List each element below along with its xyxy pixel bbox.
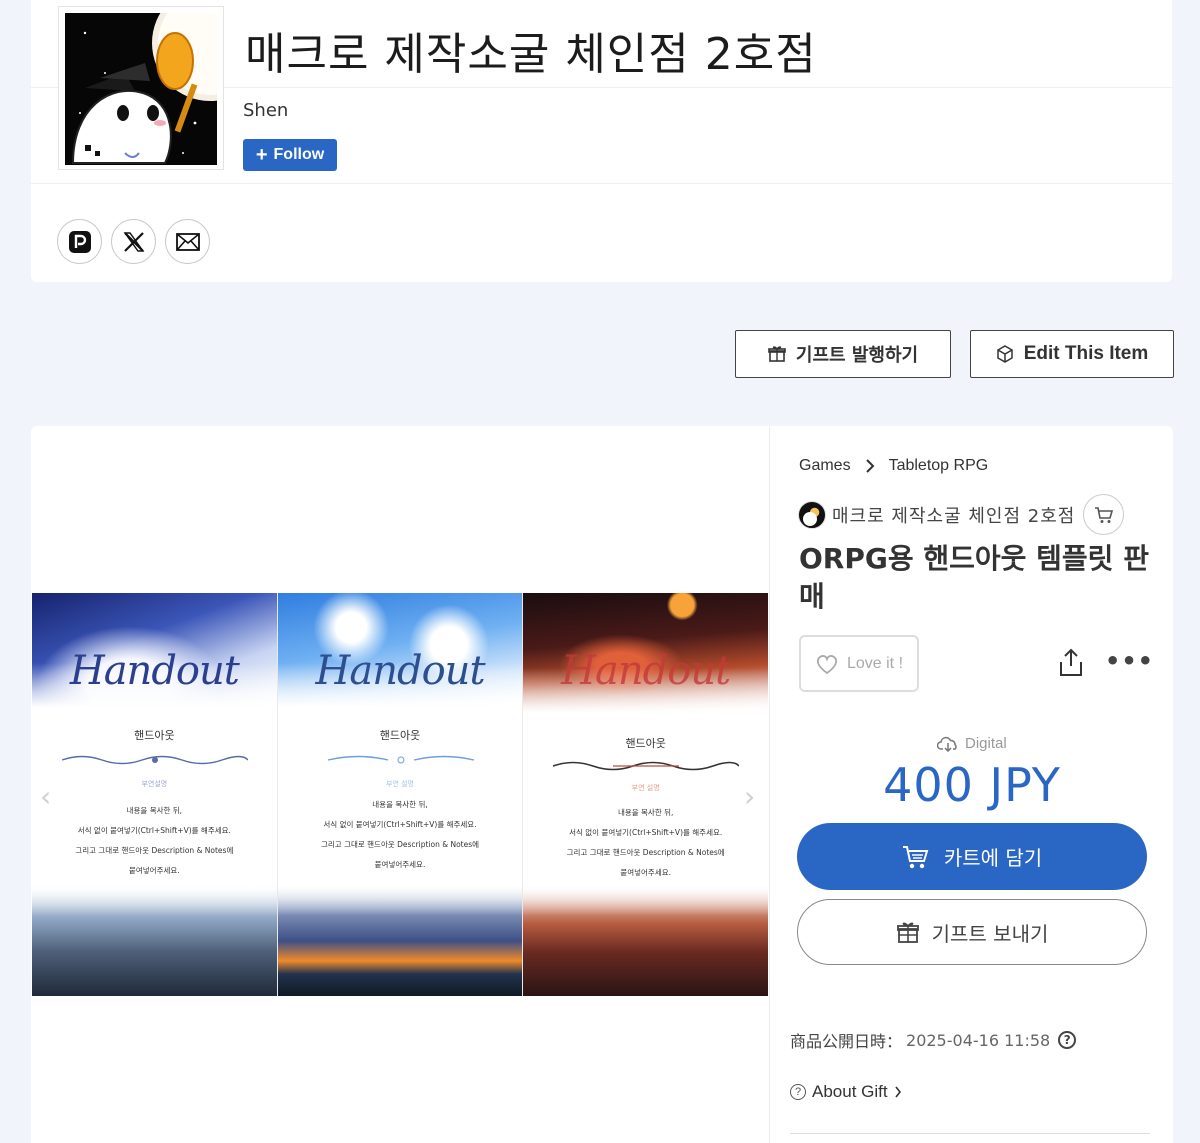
gallery-image: Handout 핸드아웃 부연 설명 내용을 복사한 뒤, 서식 없이 붙여넣기… (523, 593, 769, 996)
body-line: 내용을 복사한 뒤, (372, 800, 428, 809)
love-it-button[interactable]: Love it ! (799, 635, 919, 692)
body-line: 내용을 복사한 뒤, (126, 806, 183, 815)
x-icon (123, 231, 144, 252)
body-line: 붙여넣어주세요. (374, 860, 426, 869)
clouds-banner (523, 886, 769, 996)
love-it-label: Love it ! (846, 654, 904, 672)
handout-script: Handout (315, 648, 486, 694)
shop-avatar[interactable] (58, 6, 224, 170)
panel-subtitle: 부연설명 (141, 780, 168, 788)
next-image-arrow[interactable]: › (744, 780, 755, 813)
item-price: 400 JPY (883, 758, 1061, 812)
add-to-cart-label: 카트에 담기 (943, 846, 1043, 870)
cart-icon (902, 845, 929, 868)
body-line: 서식 없이 붙여넣기(Ctrl+Shift+V)를 해주세요. (77, 826, 231, 835)
body-line: 그리고 그대로 핸드아웃 Description & Notes에 (566, 848, 725, 857)
pixiv-icon (68, 230, 91, 253)
panel-title: 핸드아웃 (625, 737, 666, 750)
chevron-right-icon (865, 459, 874, 473)
issue-gift-button[interactable]: 기프트 발행하기 (735, 330, 951, 378)
follow-button[interactable]: + Follow (243, 139, 337, 171)
body-line: 내용을 복사한 뒤, (617, 808, 674, 817)
more-options-icon[interactable]: ••• (1105, 649, 1154, 673)
gift-icon (896, 922, 919, 943)
ornament-divider (62, 755, 248, 765)
panel-body: 내용을 복사한 뒤, 서식 없이 붙여넣기(Ctrl+Shift+V)를 해주세… (523, 803, 768, 883)
box-icon (996, 345, 1013, 363)
help-icon[interactable]: ? (1058, 1031, 1077, 1049)
breadcrumb-games[interactable]: Games (799, 457, 851, 475)
divider (790, 1133, 1150, 1134)
cart-icon (1094, 506, 1113, 523)
panel-subtitle: 부연 설명 (386, 780, 414, 788)
mail-icon (175, 232, 200, 251)
image-gallery[interactable]: Handout 핸드아웃 부연설명 내용을 복사한 뒤, 서식 없이 붙여넣기(… (32, 593, 769, 996)
edit-item-label: Edit This Item (1023, 343, 1149, 364)
item-title: ORPG용 핸드아웃 템플릿 판매 (799, 542, 1149, 613)
shop-header-card: 매크로 제작소굴 체인점 2호점 Shen + Follow (31, 0, 1172, 282)
body-line: 서식 없이 붙여넣기(Ctrl+Shift+V)를 해주세요. (323, 820, 477, 829)
ornament-divider (553, 761, 740, 771)
item-shop-row: 매크로 제작소굴 체인점 2호점 (798, 494, 1125, 535)
shop-title: 매크로 제작소굴 체인점 2호점 (245, 29, 817, 80)
published-date: 商品公開日時： 2025-04-16 11:58 ? (790, 1028, 1077, 1052)
delivery-type: Digital (937, 735, 1007, 752)
avatar-illustration (65, 13, 217, 165)
issue-gift-label: 기프트 발행하기 (795, 345, 919, 366)
prev-image-arrow[interactable]: ‹ (40, 780, 51, 813)
sea-banner (32, 886, 277, 996)
send-gift-button[interactable]: 기프트 보내기 (797, 899, 1147, 965)
item-shop-name[interactable]: 매크로 제작소굴 체인점 2호점 (832, 502, 1075, 528)
ornament-divider (327, 755, 474, 764)
published-value: 2025-04-16 11:58 (906, 1030, 1051, 1050)
body-line: 서식 없이 붙여넣기(Ctrl+Shift+V)를 해주세요. (569, 828, 723, 837)
gallery-image: Handout 핸드아웃 부연 설명 내용을 복사한 뒤, 서식 없이 붙여넣기… (277, 593, 523, 996)
heart-icon (816, 654, 838, 674)
add-to-cart-button[interactable]: 카트에 담기 (797, 823, 1147, 890)
owner-name[interactable]: Shen (243, 100, 288, 121)
handout-script: Handout (69, 648, 240, 694)
follow-label: Follow (273, 146, 325, 163)
edit-item-button[interactable]: Edit This Item (970, 330, 1174, 378)
body-line: 붙여넣어주세요. (620, 868, 672, 877)
gallery-image: Handout 핸드아웃 부연설명 내용을 복사한 뒤, 서식 없이 붙여넣기(… (32, 593, 277, 996)
send-gift-label: 기프트 보내기 (931, 921, 1049, 946)
panel-body: 내용을 복사한 뒤, 서식 없이 붙여넣기(Ctrl+Shift+V)를 해주세… (32, 801, 277, 881)
shop-cart-button[interactable] (1083, 494, 1125, 535)
breadcrumb: Games Tabletop RPG (799, 457, 988, 475)
handout-script: Handout (561, 648, 731, 694)
about-gift-link[interactable]: ? About Gift (790, 1082, 902, 1102)
question-icon: ? (790, 1084, 806, 1100)
breadcrumb-tabletop-rpg[interactable]: Tabletop RPG (889, 457, 989, 475)
shop-mini-avatar[interactable] (798, 500, 826, 529)
chevron-right-icon (894, 1086, 901, 1098)
body-line: 붙여넣어주세요. (128, 866, 180, 875)
plus-icon: + (255, 144, 268, 166)
column-divider (769, 426, 770, 1143)
body-line: 그리고 그대로 핸드아웃 Description & Notes에 (75, 846, 234, 855)
divider (31, 183, 1172, 184)
about-gift-label: About Gift (812, 1082, 888, 1101)
panel-subtitle: 부연 설명 (631, 784, 660, 792)
published-label: 商品公開日時： (790, 1032, 903, 1051)
body-line: 그리고 그대로 핸드아웃 Description & Notes에 (320, 840, 480, 849)
panel-title: 핸드아웃 (379, 729, 421, 742)
sunset-banner (277, 886, 523, 996)
delivery-type-label: Digital (965, 735, 1007, 752)
pixiv-link[interactable] (57, 219, 102, 264)
share-icon[interactable] (1056, 648, 1086, 678)
gift-icon (768, 346, 786, 362)
mail-link[interactable] (165, 219, 210, 264)
panel-body: 내용을 복사한 뒤, 서식 없이 붙여넣기(Ctrl+Shift+V)를 해주세… (278, 795, 523, 875)
x-link[interactable] (111, 219, 156, 264)
cloud-download-icon (937, 736, 957, 752)
panel-title: 핸드아웃 (134, 729, 175, 742)
